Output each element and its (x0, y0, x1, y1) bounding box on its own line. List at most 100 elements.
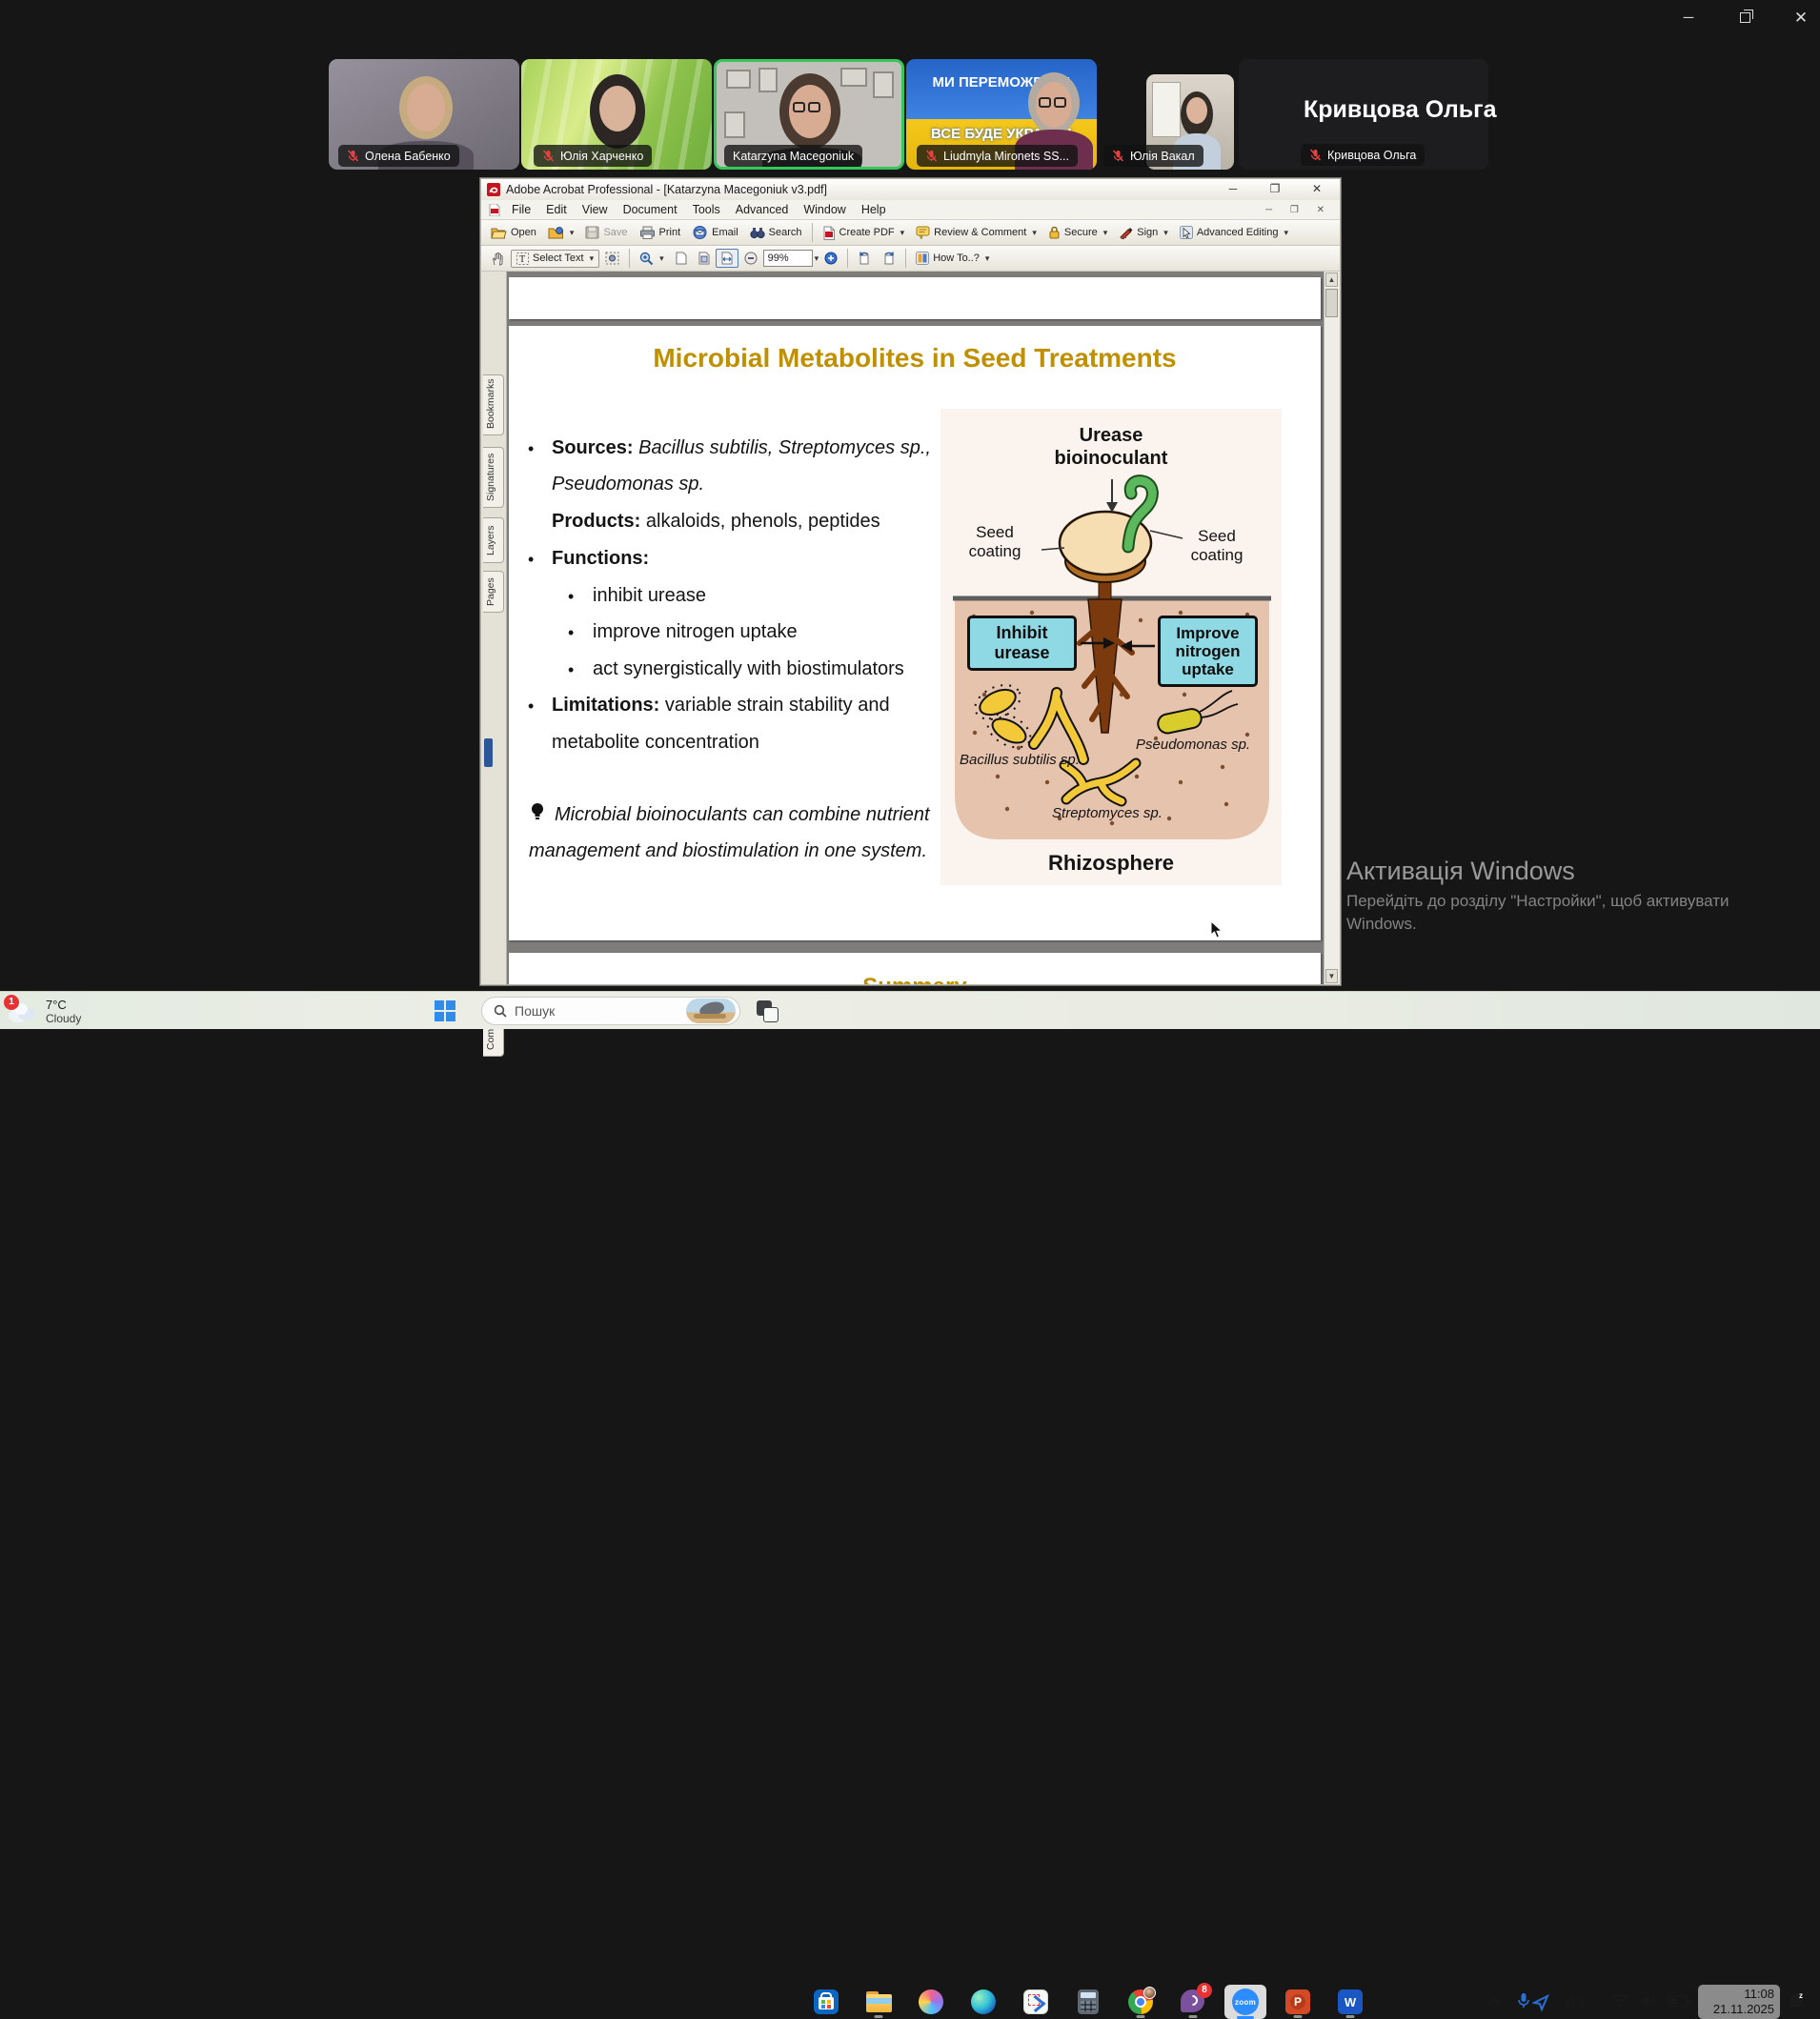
app-restore-icon[interactable] (1730, 8, 1759, 29)
start-button[interactable] (434, 999, 458, 1024)
email-button[interactable]: Email (686, 223, 744, 242)
review-comment-button[interactable]: Review & Comment▾ (910, 223, 1042, 242)
mdi-window-controls[interactable]: ─ ❐ ✕ (1265, 205, 1332, 215)
taskbar-app-copilot[interactable] (912, 1986, 950, 2018)
zoom-app-icon: zoom (1232, 1989, 1259, 2015)
document-scrollbar[interactable]: ▲ ▼ (1324, 272, 1339, 984)
pdf-page-fragment-top (509, 277, 1321, 319)
menu-tools[interactable]: Tools (685, 201, 728, 218)
tab-layers[interactable]: Layers (483, 517, 504, 563)
acrobat-menubar: File Edit View Document Tools Advanced W… (481, 200, 1340, 220)
menu-advanced[interactable]: Advanced (728, 201, 797, 218)
organizer-button[interactable]: ▾ (542, 223, 580, 242)
taskbar-app-store[interactable] (807, 1986, 845, 2018)
window-restore-icon[interactable]: ❐ (1264, 182, 1286, 197)
slide-line-limitations: Limitations: variable strain stability a… (552, 695, 890, 717)
select-text-button[interactable]: T Select Text▾ (511, 250, 599, 268)
task-view-button[interactable] (757, 1000, 781, 1023)
glasses (793, 102, 820, 112)
taskbar-app-calculator[interactable] (1069, 1986, 1107, 2018)
snapshot-tool-button[interactable] (599, 249, 625, 268)
acrobat-titlebar[interactable]: Adobe Acrobat Professional - [Katarzyna … (481, 179, 1340, 200)
zoom-out-button[interactable] (738, 249, 763, 268)
menu-document[interactable]: Document (616, 201, 685, 218)
calculator-icon (1078, 1989, 1099, 2014)
how-to-button[interactable]: How To..?▾ (910, 249, 995, 268)
clock-widget[interactable]: 11:08 21.11.2025 (1698, 1985, 1780, 2019)
tray-language[interactable]: УКР (1564, 1994, 1588, 2009)
taskbar-app-word[interactable]: W (1331, 1986, 1369, 2018)
window-close-icon[interactable]: ✕ (1305, 182, 1328, 197)
wifi-icon[interactable] (1610, 1993, 1629, 2009)
search-button[interactable]: Search (744, 223, 808, 242)
participant-name-label: Юлія Харченко (534, 145, 652, 167)
tab-pages[interactable]: Pages (483, 571, 504, 613)
taskbar-app-explorer[interactable] (859, 1986, 898, 2018)
chrome-icon (1128, 1989, 1153, 2014)
pane-scroll-indicator[interactable] (484, 738, 493, 767)
open-button[interactable]: Open (485, 223, 542, 242)
save-button-disabled[interactable]: Save (579, 223, 633, 242)
scrollbar-thumb[interactable] (1325, 289, 1338, 317)
powerpoint-icon: P (1285, 1989, 1310, 2014)
weather-badge: 1 (4, 995, 19, 1010)
rotate-ccw-button[interactable] (852, 249, 877, 268)
scrollbar-up-icon[interactable]: ▲ (1325, 273, 1338, 287)
menu-edit[interactable]: Edit (538, 201, 575, 218)
pdf-page-slide: Microbial Metabolites in Seed Treatments… (509, 326, 1321, 940)
fit-page-button[interactable] (693, 249, 716, 268)
volume-icon[interactable] (1639, 1993, 1658, 2009)
rotate-cw-button[interactable] (877, 249, 901, 268)
word-icon: W (1338, 1989, 1363, 2014)
actual-size-icon (676, 252, 687, 265)
review-comment-icon (916, 226, 930, 239)
bright-window (1152, 82, 1181, 137)
create-pdf-icon (822, 226, 836, 240)
print-button[interactable]: Print (634, 223, 687, 242)
menu-view[interactable]: View (575, 201, 616, 218)
seed-coating-left-label: Seed coating (954, 523, 1036, 561)
notification-bell-icon[interactable]: z (1786, 1990, 1807, 2013)
menu-file[interactable]: File (504, 201, 538, 218)
secure-button[interactable]: Secure▾ (1042, 223, 1113, 242)
fit-width-button-active[interactable] (716, 249, 738, 268)
participant-name-label: Олена Бабенко (338, 145, 459, 167)
zoom-in-button[interactable] (819, 249, 843, 268)
taskbar-app-powerpoint[interactable]: P (1279, 1986, 1317, 2018)
taskbar-app-snipping[interactable] (1017, 1986, 1055, 2018)
battery-icon[interactable] (1667, 1995, 1689, 2008)
menu-window[interactable]: Window (796, 201, 853, 218)
glasses (1039, 97, 1066, 108)
zoom-level-input[interactable]: 99% (763, 250, 813, 267)
window-minimize-icon[interactable]: ─ (1222, 182, 1244, 197)
search-box[interactable]: Пошук (481, 997, 740, 1025)
create-pdf-button[interactable]: Create PDF▾ (817, 223, 911, 243)
weather-temp: 7°C (46, 998, 81, 1012)
email-icon (692, 226, 708, 239)
tray-microphone-icon[interactable] (1517, 1992, 1530, 2011)
how-to-icon (916, 252, 929, 265)
advanced-editing-button[interactable]: Advanced Editing▾ (1174, 223, 1294, 242)
zoom-out-icon (744, 252, 758, 265)
hand-tool-button[interactable] (485, 249, 511, 269)
document-area[interactable]: Microbial Metabolites in Seed Treatments… (507, 272, 1324, 984)
tab-bookmarks[interactable]: Bookmarks (483, 374, 504, 435)
taskbar-app-chrome[interactable] (1122, 1986, 1160, 2018)
taskbar-app-zoom-active[interactable]: zoom (1224, 1985, 1266, 2019)
taskbar: 1 7°C Cloudy Пошук (0, 991, 1820, 1029)
select-text-icon: T (516, 252, 529, 265)
app-minimize-icon[interactable]: ─ (1674, 8, 1703, 29)
taskbar-app-edge[interactable] (964, 1986, 1002, 2018)
slide-line-limitations-2: metabolite concentration (552, 732, 759, 754)
sign-button[interactable]: Sign▾ (1113, 223, 1174, 242)
menu-help[interactable]: Help (854, 201, 894, 218)
actual-size-button[interactable] (670, 249, 693, 268)
weather-widget[interactable]: 1 7°C Cloudy (6, 994, 149, 1028)
scrollbar-down-icon[interactable]: ▼ (1325, 969, 1338, 983)
tab-signatures[interactable]: Signatures (483, 447, 504, 508)
taskbar-app-viber[interactable]: 8 (1174, 1986, 1212, 2018)
tray-location-icon[interactable] (1532, 1994, 1549, 2011)
tray-chevron-icon[interactable] (1486, 1996, 1504, 2008)
app-close-icon[interactable]: ✕ (1787, 8, 1815, 29)
zoom-tool-button[interactable]: ▾ (634, 249, 670, 269)
